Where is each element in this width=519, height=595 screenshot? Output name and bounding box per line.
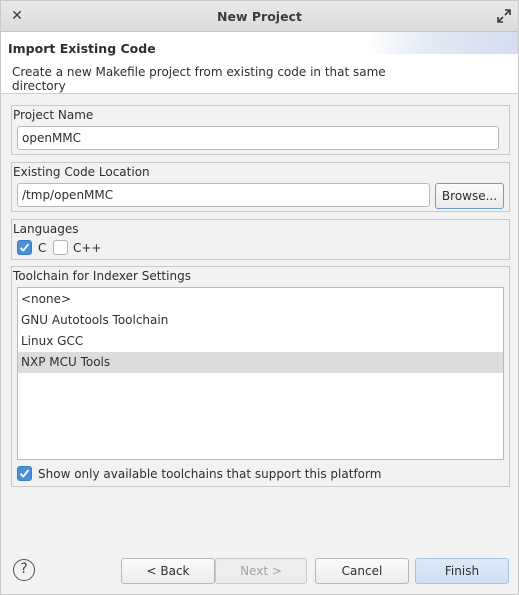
toolchain-item-nxp-mcu-tools[interactable]: NXP MCU Tools bbox=[18, 352, 503, 373]
toolchain-filter-checkbox[interactable] bbox=[17, 466, 32, 481]
header-banner bbox=[368, 32, 518, 54]
toolchain-label: Toolchain for Indexer Settings bbox=[13, 269, 191, 283]
browse-button[interactable]: Browse... bbox=[435, 183, 504, 209]
page-description: Create a new Makefile project from exist… bbox=[12, 65, 386, 93]
toolchain-item-gnu-autotools[interactable]: GNU Autotools Toolchain bbox=[18, 310, 503, 331]
maximize-icon[interactable] bbox=[496, 8, 512, 24]
toolchain-item-linux-gcc[interactable]: Linux GCC bbox=[18, 331, 503, 352]
toolchain-filter-label: Show only available toolchains that supp… bbox=[38, 467, 382, 481]
toolchain-list[interactable]: <none> GNU Autotools Toolchain Linux GCC… bbox=[17, 287, 504, 460]
finish-button[interactable]: Finish bbox=[415, 558, 509, 584]
title-bar: ✕ New Project bbox=[1, 1, 518, 32]
new-project-dialog: ✕ New Project Import Existing Code Creat… bbox=[0, 0, 519, 595]
code-location-label: Existing Code Location bbox=[13, 165, 150, 179]
window-title: New Project bbox=[217, 9, 302, 24]
wizard-header: Import Existing Code Create a new Makefi… bbox=[1, 32, 518, 94]
code-location-group: Existing Code Location Browse... bbox=[11, 162, 510, 212]
c-checkbox[interactable] bbox=[17, 240, 32, 255]
languages-group: Languages C C++ bbox=[11, 219, 510, 260]
cpp-checkbox[interactable] bbox=[53, 240, 68, 255]
project-name-label: Project Name bbox=[13, 108, 94, 122]
toolchain-item-none[interactable]: <none> bbox=[18, 289, 503, 310]
project-name-group: Project Name bbox=[11, 105, 510, 155]
languages-label: Languages bbox=[13, 222, 79, 236]
checkmark-icon bbox=[19, 469, 30, 478]
code-location-input[interactable] bbox=[17, 183, 430, 207]
next-button[interactable]: Next > bbox=[215, 558, 307, 584]
toolchain-group: Toolchain for Indexer Settings <none> GN… bbox=[11, 266, 510, 487]
cancel-button[interactable]: Cancel bbox=[315, 558, 409, 584]
project-name-input[interactable] bbox=[17, 126, 499, 150]
checkmark-icon bbox=[19, 243, 30, 252]
help-icon[interactable]: ? bbox=[13, 559, 35, 581]
page-title: Import Existing Code bbox=[8, 41, 156, 56]
back-button[interactable]: < Back bbox=[121, 558, 215, 584]
c-label: C bbox=[38, 241, 47, 255]
cpp-label: C++ bbox=[73, 241, 102, 255]
